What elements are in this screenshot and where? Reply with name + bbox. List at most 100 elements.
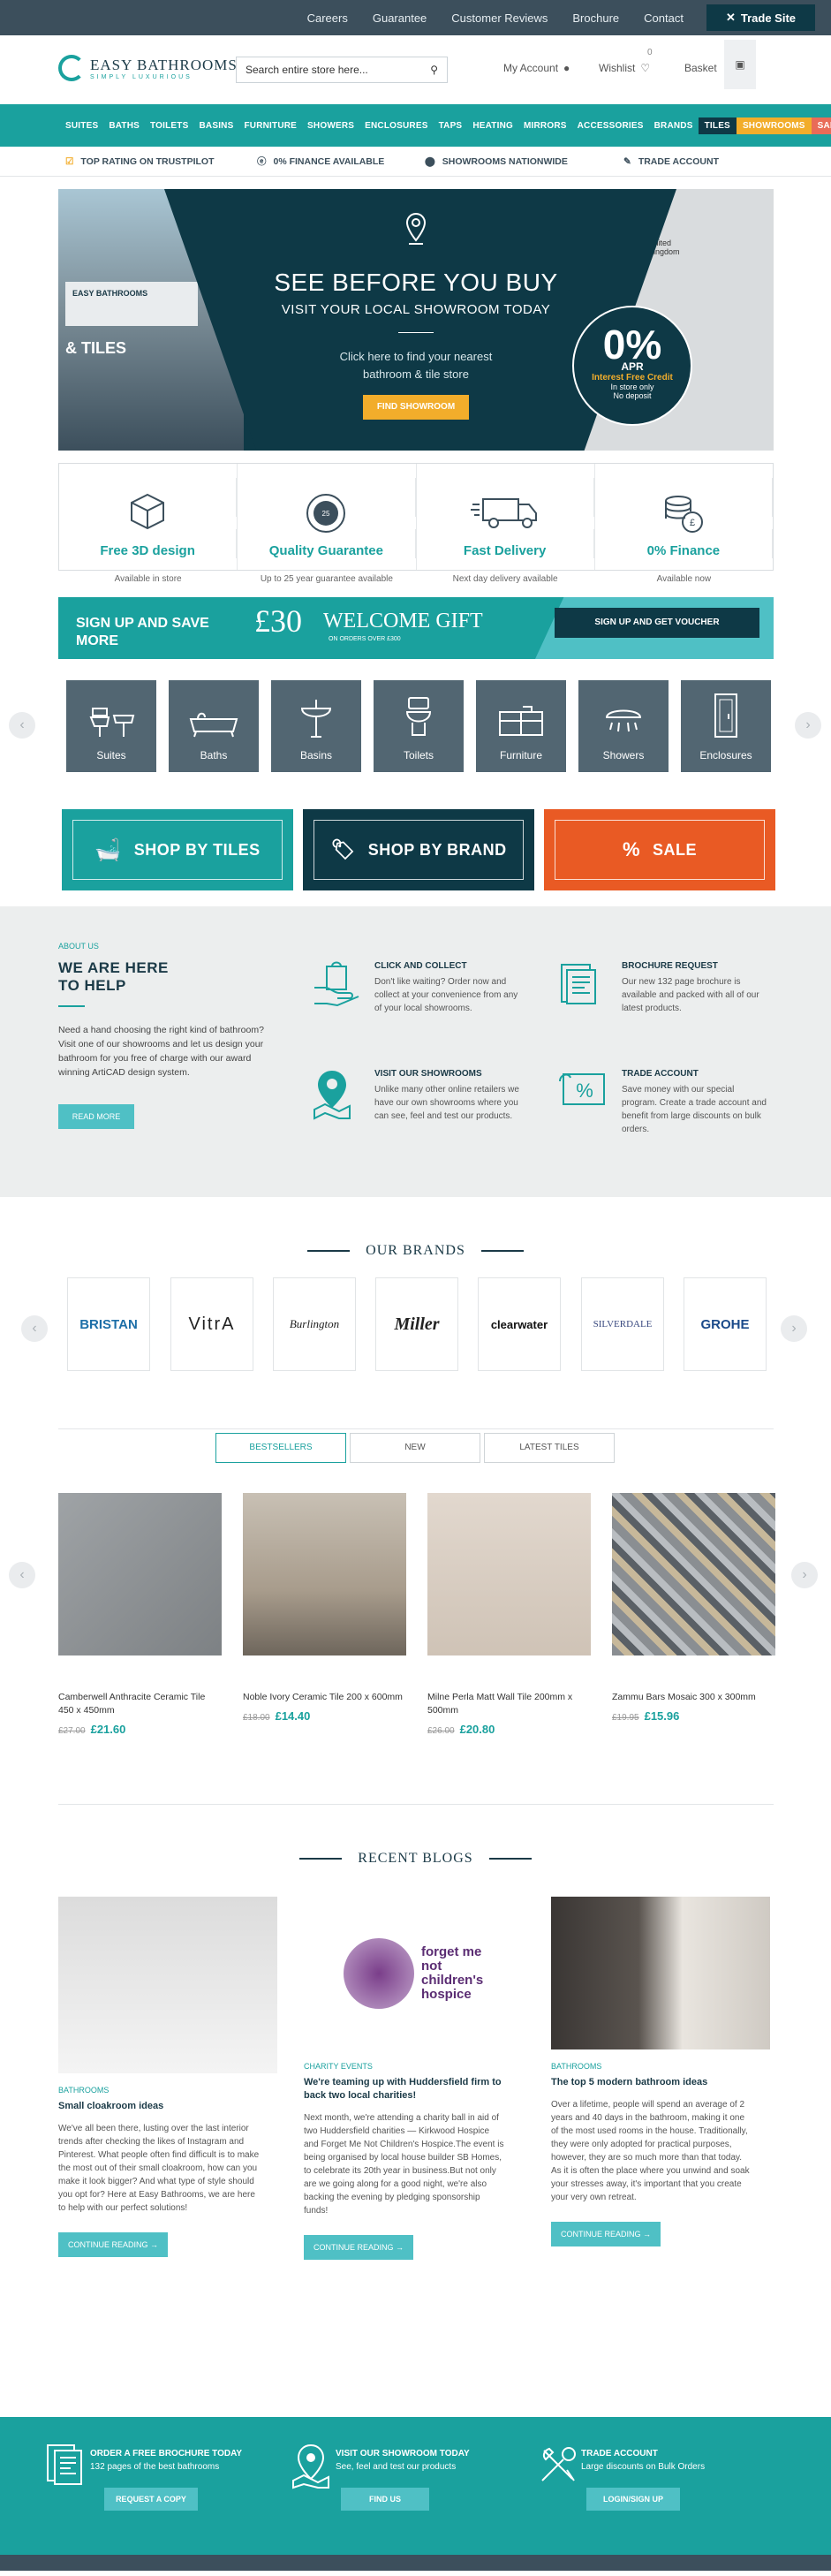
feature-3d-design[interactable]: Free 3D design Available in store — [59, 464, 238, 584]
basket-button[interactable]: ▣ — [724, 40, 756, 89]
product-image[interactable] — [427, 1493, 591, 1655]
product-image[interactable] — [243, 1493, 406, 1655]
chevron-left-icon[interactable]: ‹ — [21, 1315, 48, 1342]
account-link[interactable]: My Account ● — [503, 62, 570, 74]
chevron-right-icon[interactable]: › — [791, 1562, 818, 1588]
tab-new[interactable]: NEW — [350, 1433, 480, 1463]
search-input[interactable]: Search entire store here... ⚲ — [236, 57, 448, 83]
nav-toilets[interactable]: TOILETS — [145, 121, 193, 131]
category-enclosures[interactable]: Enclosures — [681, 680, 771, 772]
footer-sub: Large discounts on Bulk Orders — [581, 2462, 706, 2472]
blog-card[interactable]: BATHROOMS Small cloakroom ideas We've al… — [58, 1897, 279, 2257]
product-name[interactable]: Noble Ivory Ceramic Tile 200 x 600mm — [243, 1691, 406, 1704]
hero-banner[interactable]: EASY BATHROOMS & TILES United Kingdom SE… — [58, 189, 774, 451]
nav-suites[interactable]: SUITES — [60, 121, 103, 131]
search-icon[interactable]: ⚲ — [430, 64, 438, 76]
nav-mirrors[interactable]: MIRRORS — [518, 121, 572, 131]
wishlist-link[interactable]: Wishlist ♡ — [599, 62, 650, 74]
brand-bristan[interactable]: BRISTAN — [67, 1277, 150, 1371]
continue-reading-button[interactable]: CONTINUE READING → — [304, 2235, 413, 2260]
product-card[interactable]: Camberwell Anthracite Ceramic Tile 450 x… — [58, 1493, 222, 1736]
about-item-title: VISIT OUR SHOWROOMS — [374, 1069, 482, 1079]
category-showers[interactable]: Showers — [578, 680, 669, 772]
nav-furniture[interactable]: FURNITURE — [238, 121, 302, 131]
chevron-left-icon[interactable]: ‹ — [9, 712, 35, 739]
brand-miller[interactable]: Miller — [375, 1277, 458, 1371]
about-rule — [58, 1005, 85, 1007]
blog-category[interactable]: CHARITY EVENTS — [304, 2062, 525, 2071]
footer-title: TRADE ACCOUNT — [581, 2449, 658, 2459]
nav-enclosures[interactable]: ENCLOSURES — [359, 121, 433, 131]
blog-category[interactable]: BATHROOMS — [551, 2062, 772, 2071]
chevron-right-icon[interactable]: › — [781, 1315, 807, 1342]
read-more-button[interactable]: READ MORE — [58, 1104, 134, 1129]
blog-card[interactable]: BATHROOMS The top 5 modern bathroom idea… — [551, 1897, 772, 2246]
feature-delivery[interactable]: Fast Delivery Next day delivery availabl… — [417, 464, 595, 584]
brand-grohe[interactable]: GROHE — [684, 1277, 767, 1371]
nav-tiles[interactable]: TILES — [698, 117, 737, 134]
top-link-contact[interactable]: Contact — [631, 11, 696, 25]
blog-image[interactable]: forget me not children's hospice — [304, 1897, 523, 2049]
product-image[interactable] — [612, 1493, 775, 1655]
footer-showroom: VISIT OUR SHOWROOM TODAY See, feel and t… — [291, 2443, 521, 2523]
usp-showrooms: ⬤ SHOWROOMS NATIONWIDE — [425, 156, 623, 167]
shop-by-brand-button[interactable]: 🏷 SHOP BY BRAND — [303, 809, 534, 890]
category-furniture[interactable]: Furniture — [476, 680, 566, 772]
basket-link[interactable]: Basket — [684, 62, 717, 74]
find-showroom-button[interactable]: FIND SHOWROOM — [363, 395, 469, 420]
product-image[interactable] — [58, 1493, 222, 1655]
continue-reading-button[interactable]: CONTINUE READING → — [551, 2222, 661, 2246]
category-baths[interactable]: Baths — [169, 680, 259, 772]
find-us-button[interactable]: FIND US — [341, 2488, 429, 2511]
brand-silverdale[interactable]: SILVERDALE — [581, 1277, 664, 1371]
signup-voucher-button[interactable]: SIGN UP AND GET VOUCHER — [555, 608, 759, 638]
nav-basins[interactable]: BASINS — [193, 121, 238, 131]
blog-title[interactable]: Small cloakroom ideas — [58, 2100, 279, 2113]
top-link-careers[interactable]: Careers — [295, 11, 360, 25]
product-name[interactable]: Camberwell Anthracite Ceramic Tile 450 x… — [58, 1691, 222, 1717]
continue-reading-button[interactable]: CONTINUE READING → — [58, 2232, 168, 2257]
nav-sale[interactable]: SALE — [811, 117, 831, 134]
trade-site-button[interactable]: ✕ Trade Site — [706, 4, 815, 31]
blog-image[interactable] — [551, 1897, 770, 2049]
product-name[interactable]: Zammu Bars Mosaic 300 x 300mm — [612, 1691, 775, 1704]
product-card[interactable]: Noble Ivory Ceramic Tile 200 x 600mm £18… — [243, 1493, 406, 1723]
category-suites[interactable]: Suites — [66, 680, 156, 772]
nav-showrooms[interactable]: SHOWROOMS — [736, 117, 812, 134]
blog-title[interactable]: The top 5 modern bathroom ideas — [551, 2076, 772, 2089]
chevron-right-icon[interactable]: › — [795, 712, 821, 739]
login-signup-button[interactable]: LOGIN/SIGN UP — [586, 2488, 680, 2511]
shop-by-tiles-button[interactable]: 🛁 SHOP BY TILES — [62, 809, 293, 890]
brand-clearwater[interactable]: clearwater — [478, 1277, 561, 1371]
top-link-reviews[interactable]: Customer Reviews — [439, 11, 560, 25]
sale-button[interactable]: % SALE — [544, 809, 775, 890]
feature-guarantee[interactable]: 25 Quality Guarantee Up to 25 year guara… — [238, 464, 417, 584]
category-basins[interactable]: Basins — [271, 680, 361, 772]
blog-image[interactable] — [58, 1897, 277, 2073]
tab-bestsellers[interactable]: BESTSELLERS — [215, 1433, 346, 1463]
product-card[interactable]: Zammu Bars Mosaic 300 x 300mm £19.95 £15.… — [612, 1493, 775, 1723]
site-logo[interactable]: EASY BATHROOMS SIMPLY LUXURIOUS — [58, 55, 238, 81]
blog-title[interactable]: We're teaming up with Huddersfield firm … — [304, 2076, 525, 2102]
category-toilets[interactable]: Toilets — [374, 680, 464, 772]
brand-vitra[interactable]: VitrA — [170, 1277, 253, 1371]
tab-latest-tiles[interactable]: LATEST TILES — [484, 1433, 615, 1463]
chevron-left-icon[interactable]: ‹ — [9, 1562, 35, 1588]
nav-showers[interactable]: SHOWERS — [302, 121, 359, 131]
shop-by-tiles-label: SHOP BY TILES — [133, 840, 261, 859]
product-name[interactable]: Milne Perla Matt Wall Tile 200mm x 500mm — [427, 1691, 591, 1717]
top-link-guarantee[interactable]: Guarantee — [360, 11, 439, 25]
nav-accessories[interactable]: ACCESSORIES — [572, 121, 649, 131]
feature-finance[interactable]: £ 0% Finance Available now — [595, 464, 773, 584]
nav-taps[interactable]: TAPS — [434, 121, 468, 131]
nav-brands[interactable]: BRANDS — [649, 121, 699, 131]
top-link-brochure[interactable]: Brochure — [560, 11, 631, 25]
nav-baths[interactable]: BATHS — [103, 121, 145, 131]
blog-card[interactable]: forget me not children's hospice CHARITY… — [304, 1897, 525, 2260]
request-copy-button[interactable]: REQUEST A COPY — [104, 2488, 198, 2511]
blog-category[interactable]: BATHROOMS — [58, 2086, 279, 2095]
product-card[interactable]: Milne Perla Matt Wall Tile 200mm x 500mm… — [427, 1493, 591, 1736]
brand-burlington[interactable]: Burlington — [273, 1277, 356, 1371]
nav-heating[interactable]: HEATING — [467, 121, 518, 131]
brand-logo: BRISTAN — [79, 1316, 138, 1332]
